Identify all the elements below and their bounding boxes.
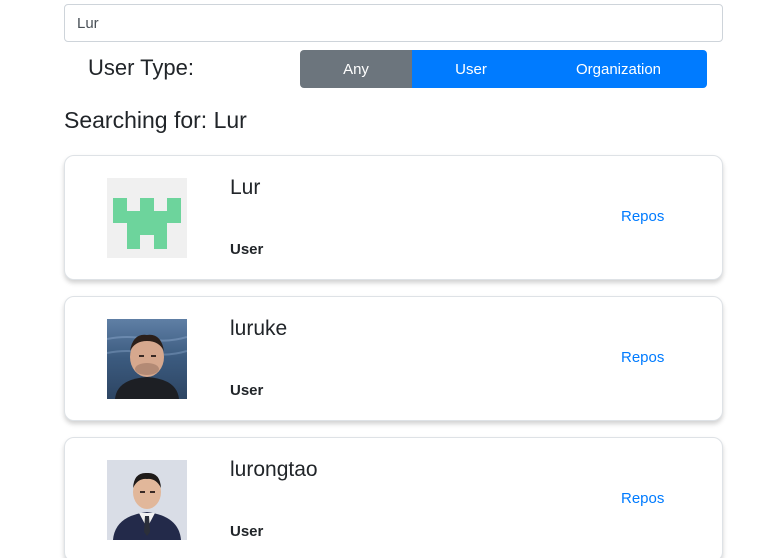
user-type: User bbox=[230, 523, 264, 540]
user-card: luruke User Repos bbox=[64, 296, 723, 421]
page: User Type: Any User Organization Searchi… bbox=[0, 0, 766, 558]
user-card: lurongtao User Repos bbox=[64, 437, 723, 558]
user-photo-icon bbox=[107, 460, 187, 540]
avatar bbox=[107, 178, 187, 258]
user-type: User bbox=[230, 241, 264, 258]
username: lurongtao bbox=[230, 458, 318, 481]
filter-any-button[interactable]: Any bbox=[300, 50, 412, 88]
repos-link[interactable]: Repos bbox=[621, 490, 664, 507]
search-input[interactable] bbox=[64, 4, 723, 42]
filter-organization-button[interactable]: Organization bbox=[530, 50, 707, 88]
identicon-icon bbox=[107, 178, 187, 258]
user-type-filter: Any User Organization bbox=[300, 50, 707, 88]
user-photo-icon bbox=[107, 319, 187, 399]
repos-link[interactable]: Repos bbox=[621, 208, 664, 225]
avatar bbox=[107, 319, 187, 399]
username: luruke bbox=[230, 317, 288, 340]
avatar bbox=[107, 460, 187, 540]
username: Lur bbox=[230, 176, 261, 199]
user-type-label: User Type: bbox=[88, 55, 194, 80]
results-heading: Searching for: Lur bbox=[64, 107, 247, 133]
repos-link[interactable]: Repos bbox=[621, 349, 664, 366]
user-type: User bbox=[230, 382, 264, 399]
filter-user-button[interactable]: User bbox=[412, 50, 530, 88]
user-card: Lur User Repos bbox=[64, 155, 723, 280]
